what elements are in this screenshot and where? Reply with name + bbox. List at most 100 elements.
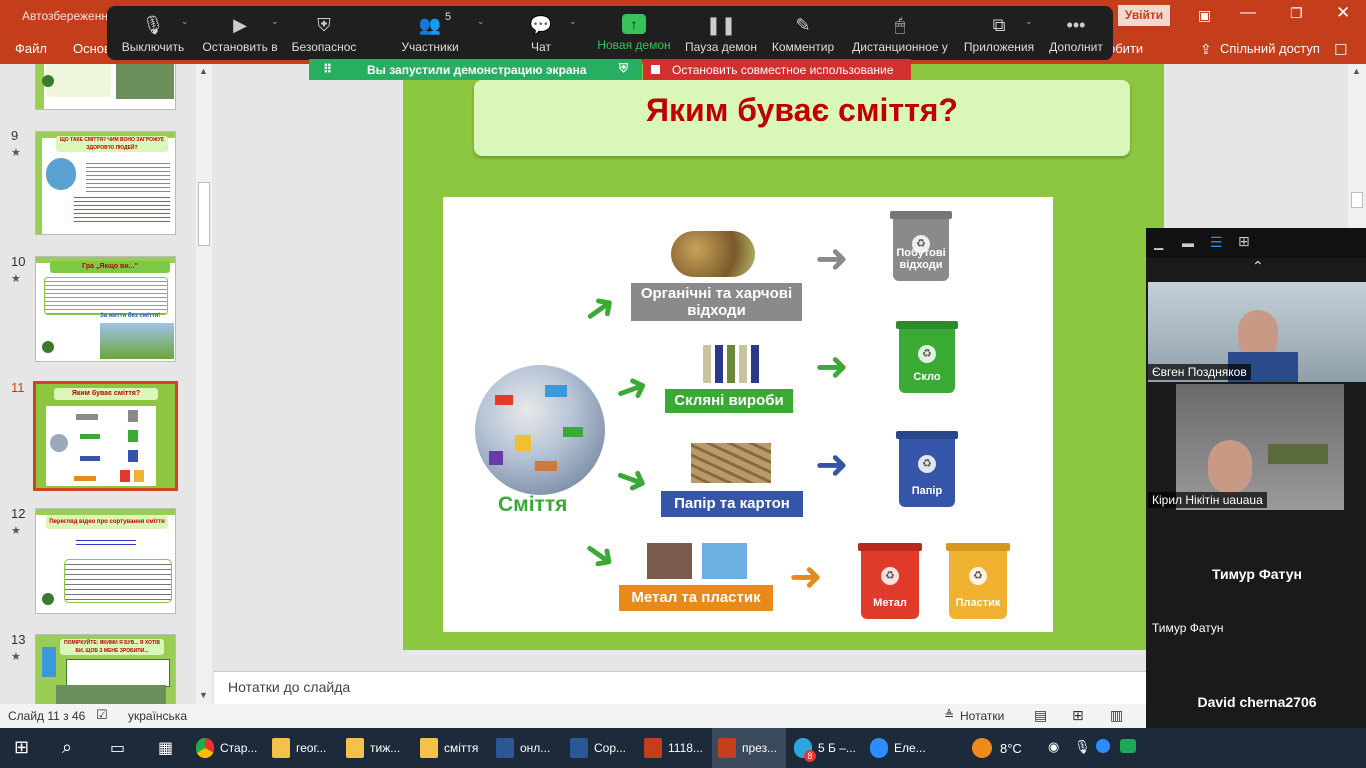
slide-title: Яким буває сміття? [646, 92, 958, 128]
calculator-icon[interactable]: ▦ [158, 738, 173, 758]
taskbar-item-active[interactable]: през... [712, 728, 786, 768]
notes-pane[interactable]: Нотатки до слайда [214, 671, 1146, 704]
pencil-icon: ✎ [795, 15, 811, 35]
ribbon-display-icon[interactable]: ▣ [1198, 7, 1211, 24]
chrome-icon [196, 738, 214, 758]
task-view-icon[interactable]: ▭ [110, 738, 125, 758]
thumbnails-scrollbar[interactable]: ▲ ▼ [196, 64, 212, 704]
taskbar-item[interactable]: онл... [490, 728, 562, 768]
chevron-down-icon[interactable]: ⌄ [477, 16, 485, 27]
taskbar-item[interactable]: сміття [414, 728, 490, 768]
minimize-icon[interactable]: — [1240, 4, 1256, 22]
reading-view-icon[interactable]: ▥ [1110, 707, 1123, 724]
waste-label: Сміття [498, 493, 568, 516]
scroll-up-icon[interactable]: ▲ [1352, 66, 1361, 76]
participants-count: 5 [445, 11, 452, 23]
taskbar-item[interactable]: 1118... [638, 728, 710, 768]
speaker-view-icon[interactable]: ▬ [1182, 236, 1194, 250]
gallery-view-icon[interactable]: ⊞ [1238, 233, 1250, 250]
minimize-video-icon[interactable]: ▁ [1154, 236, 1163, 250]
accessibility-icon[interactable]: ☑ [96, 707, 108, 723]
stop-video-button[interactable]: ▶ Остановить в ⌄ [201, 6, 279, 60]
tray-app-icon[interactable] [1120, 739, 1136, 753]
notes-button[interactable]: Нотатки [960, 709, 1004, 723]
bin-metal: ♻ Метал [858, 543, 922, 619]
thumbnail-slide-8[interactable] [35, 64, 176, 110]
taskbar-item[interactable]: тиж... [340, 728, 412, 768]
chevron-down-icon[interactable]: ⌄ [271, 16, 279, 27]
search-icon[interactable]: ⌕ [62, 737, 72, 758]
taskbar-item[interactable]: Стар... [190, 728, 262, 768]
thumbnail-slide-12[interactable]: Перегляд відео про сортування сміття [35, 508, 176, 614]
taskbar-item[interactable]: Сор... [564, 728, 636, 768]
scroll-thumb[interactable] [198, 182, 210, 246]
video-tile-1[interactable]: Євген Поздняков [1148, 282, 1366, 382]
notes-icon[interactable]: ≜ [944, 708, 954, 722]
pause-share-button[interactable]: ❚❚ Пауза демон [683, 6, 759, 60]
thumb-title: Гра „Якщо ви..." [50, 261, 170, 273]
taskbar-item[interactable]: геог... [266, 728, 338, 768]
thumbnail-slide-10[interactable]: Гра „Якщо ви..." За життя без сміття! [35, 256, 176, 362]
taskbar-item[interactable]: 85 Б –... [788, 728, 862, 768]
mute-button[interactable]: 🎙 Выключить ⌄ [115, 6, 191, 60]
chevron-down-icon[interactable]: ⌄ [1025, 16, 1033, 27]
notes-placeholder[interactable]: Нотатки до слайда [228, 679, 350, 695]
comments-icon[interactable]: ☐ [1334, 41, 1347, 59]
restore-icon[interactable]: ❐ [1290, 5, 1303, 22]
chevron-down-icon[interactable]: ⌄ [181, 16, 189, 27]
tray-app-icon[interactable]: ◉ [1048, 739, 1059, 755]
chat-button[interactable]: 💬 Чат ⌄ [521, 6, 577, 60]
thumbnail-slide-9[interactable]: ЩО ТАКЕ СМІТТЯ? ЧИМ ВОНО ЗАГРОЖУЄ ЗДОРОВ… [35, 131, 176, 235]
chevron-up-icon[interactable]: ⌃ [1252, 258, 1264, 275]
participant-name: Кірил Нікітін uauaua [1148, 492, 1267, 508]
new-share-button[interactable]: ↑ Новая демон [595, 6, 673, 60]
arrow-icon: ➜ [815, 345, 849, 389]
word-icon [570, 738, 588, 758]
video-tile-3[interactable]: Тимур Фатун Тимур Фатун [1148, 512, 1366, 638]
strip-view-icon[interactable]: ☰ [1210, 234, 1223, 251]
slide-thumbnails-panel[interactable]: 9 ★ ЩО ТАКЕ СМІТТЯ? ЧИМ ВОНО ЗАГРОЖУЄ ЗД… [0, 64, 214, 704]
word-icon [496, 738, 514, 758]
sign-in-button[interactable]: Увійти [1118, 5, 1170, 26]
slide-scrollbar[interactable]: ▲ [1348, 64, 1366, 228]
scroll-up-icon[interactable]: ▲ [199, 66, 208, 76]
chevron-down-icon[interactable]: ⌄ [569, 16, 577, 27]
video-tile-2[interactable]: Кірил Нікітін uauaua [1148, 384, 1366, 510]
share-icon[interactable]: ⇪ [1200, 41, 1212, 58]
thumbnail-slide-13[interactable]: ПОМІРКУЙТЕ: ЯКИМИ Я БУВ... Я ХОТІВ БИ, Щ… [35, 634, 176, 704]
share-button[interactable]: Спільний доступ [1220, 41, 1320, 56]
remote-control-button[interactable]: 🖱 Дистанционное у [849, 6, 951, 60]
slide-sorter-icon[interactable]: ⊞ [1072, 707, 1084, 724]
temperature[interactable]: 8°C [1000, 741, 1022, 756]
windows-taskbar: ⊞ ⌕ ▭ ▦ Стар... геог... тиж... сміття он… [0, 728, 1366, 768]
microphone-tray-icon[interactable]: 🎙 [1074, 739, 1091, 755]
security-button[interactable]: ⛨ Безопаснос [289, 6, 359, 60]
shield-icon: ⛨ [317, 15, 331, 35]
drag-handle-icon[interactable]: ⠿ [323, 62, 332, 76]
slide-number: 12 [11, 506, 26, 521]
tab-home[interactable]: Основ [73, 41, 111, 56]
scroll-thumb[interactable] [1351, 192, 1363, 208]
windows-start-icon[interactable]: ⊞ [14, 737, 29, 758]
language-indicator[interactable]: українська [128, 709, 187, 723]
annotate-button[interactable]: ✎ Комментир [769, 6, 837, 60]
more-button[interactable]: ••• Дополнит [1047, 6, 1105, 60]
tab-overflow[interactable]: обити [1108, 41, 1143, 56]
recycle-icon: ♻ [969, 567, 987, 585]
scroll-down-icon[interactable]: ▼ [199, 690, 208, 700]
zoom-tray-icon[interactable] [1096, 739, 1110, 753]
thumbnail-slide-11-selected[interactable]: Яким буває сміття? [33, 381, 178, 491]
participants-button[interactable]: 👥 Участники 5 ⌄ [395, 6, 484, 60]
participant-name-center: Тимур Фатун [1211, 566, 1303, 582]
apps-button[interactable]: ⧉ Приложения ⌄ [961, 6, 1037, 60]
sharing-notice: ⠿ Вы запустили демонстрацию экрана ⛨ [309, 59, 642, 80]
close-icon[interactable]: ✕ [1336, 3, 1350, 23]
tab-file[interactable]: Файл [15, 41, 47, 56]
participant-name: Тимур Фатун [1152, 621, 1224, 635]
taskbar-item[interactable]: Еле... [864, 728, 938, 768]
powerpoint-icon [644, 738, 662, 758]
category-organic: Органічні та харчові відходи [631, 283, 802, 321]
normal-view-icon[interactable]: ▤ [1034, 707, 1047, 724]
weather-icon[interactable] [972, 738, 992, 758]
stop-share-button[interactable]: Остановить совместное использование [643, 59, 911, 80]
